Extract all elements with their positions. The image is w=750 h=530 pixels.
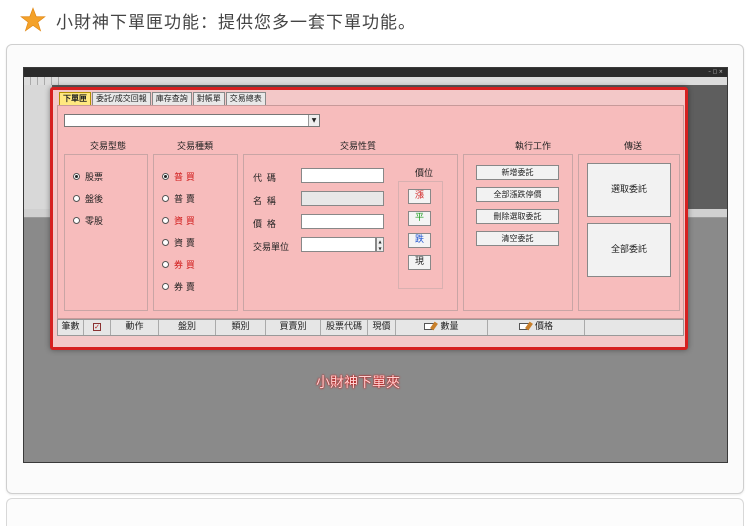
radio-short-buy[interactable]: 券 買 — [162, 258, 195, 271]
radio-label: 普 買 — [174, 173, 195, 183]
tab-order-tray[interactable]: 下單匣 — [59, 92, 91, 105]
radio-dot[interactable] — [73, 195, 80, 202]
radio-label: 普 賣 — [174, 195, 195, 205]
send-title: 傳送 — [623, 142, 642, 152]
add-order-button[interactable]: 新增委託 — [476, 165, 559, 180]
radio-margin-sell[interactable]: 資 賣 — [162, 236, 195, 249]
limit-up-button[interactable]: 漲 — [408, 189, 431, 204]
unit-stepper[interactable]: ▲ ▼ — [376, 237, 384, 252]
trade-kind-title: 交易種類 — [176, 142, 213, 152]
app-menu-item[interactable] — [38, 77, 45, 85]
radio-odd-lot[interactable]: 零股 — [73, 214, 103, 227]
clear-orders-button[interactable]: 清空委託 — [476, 231, 559, 246]
code-label: 代 碼 — [253, 174, 277, 184]
unit-label: 交易單位 — [253, 243, 290, 253]
tab-summary[interactable]: 交易總表 — [225, 92, 266, 105]
column-session: 盤別 — [159, 320, 216, 335]
chevron-down-icon[interactable]: ▼ — [308, 115, 319, 126]
edit-icon — [424, 323, 435, 330]
radio-dot[interactable] — [162, 261, 169, 268]
radio-label: 券 買 — [174, 261, 195, 271]
radio-dot[interactable] — [162, 217, 169, 224]
column-type: 類別 — [216, 320, 266, 335]
tab-inventory[interactable]: 庫存查詢 — [151, 92, 192, 105]
radio-dot[interactable] — [162, 195, 169, 202]
delete-selected-button[interactable]: 刪除選取委託 — [476, 209, 559, 224]
trade-nature-title: 交易性質 — [339, 142, 376, 152]
send-selected-button[interactable]: 選取委託 — [587, 163, 671, 217]
radio-after-hours[interactable]: 盤後 — [73, 192, 103, 205]
app-menu-item[interactable] — [52, 77, 59, 85]
price-input[interactable] — [301, 214, 384, 229]
radio-margin-buy[interactable]: 資 買 — [162, 214, 195, 227]
order-form: ▼ 交易型態 股票 盤後 零股 交易種類 普 買 普 賣 資 買 資 賣 券 買… — [57, 105, 684, 319]
name-label: 名 稱 — [253, 197, 277, 207]
radio-label: 資 買 — [174, 217, 195, 227]
page: 小財神下單匣功能：提供您多一套下單功能。 – □ × 下單匣 委託/成交回報 庫… — [0, 0, 750, 530]
radio-label: 股票 — [85, 173, 104, 183]
app-menu-item[interactable] — [45, 77, 52, 85]
radio-label: 券 賣 — [174, 283, 195, 293]
radio-dot[interactable] — [73, 217, 80, 224]
radio-label: 盤後 — [85, 195, 104, 205]
column-count: 筆數 — [58, 320, 84, 335]
radio-dot[interactable] — [162, 283, 169, 290]
radio-dot[interactable] — [73, 173, 80, 180]
column-price-label: 價格 — [534, 322, 553, 332]
order-grid-columns: 筆數 ✓ 動作 盤別 類別 買賣別 股票代碼 現價 數量 價格 — [57, 319, 684, 336]
tab-order-report[interactable]: 委託/成交回報 — [92, 92, 151, 105]
account-dropdown[interactable]: ▼ — [64, 114, 320, 127]
column-action: 動作 — [111, 320, 159, 335]
app-titlebar: – □ × — [24, 68, 727, 77]
edit-icon — [518, 323, 529, 330]
actions-title: 執行工作 — [514, 142, 551, 152]
price-label: 價 格 — [253, 220, 277, 230]
column-quantity: 數量 — [396, 320, 488, 335]
trade-type-title: 交易型態 — [89, 142, 126, 152]
column-price: 價格 — [488, 320, 585, 335]
radio-label: 資 賣 — [174, 239, 195, 249]
code-input[interactable] — [301, 168, 384, 183]
app-menubar — [24, 77, 727, 85]
feature-caption: 小財神下單夾 — [316, 375, 400, 391]
tab-statement[interactable]: 對帳單 — [192, 92, 225, 105]
radio-dot[interactable] — [162, 239, 169, 246]
heading-text: 小財神下單匣功能：提供您多一套下單功能。 — [56, 12, 416, 33]
app-menu-item[interactable] — [31, 77, 38, 85]
name-field — [301, 191, 384, 206]
left-panel — [24, 85, 52, 209]
limit-down-button[interactable]: 跌 — [408, 233, 431, 248]
app-menu-item[interactable] — [24, 77, 31, 85]
current-price-button[interactable]: 現 — [408, 255, 431, 270]
unit-input[interactable] — [301, 237, 376, 252]
star-icon — [20, 7, 46, 32]
radio-sell[interactable]: 普 賣 — [162, 192, 195, 205]
next-card — [6, 498, 744, 526]
checkbox-icon[interactable]: ✓ — [93, 323, 101, 331]
column-current-price: 現價 — [368, 320, 396, 335]
radio-stock[interactable]: 股票 — [73, 170, 103, 183]
radio-label: 零股 — [85, 217, 104, 227]
column-stock-code: 股票代碼 — [321, 320, 368, 335]
radio-short-sell[interactable]: 券 賣 — [162, 280, 195, 293]
column-side: 買賣別 — [266, 320, 321, 335]
flat-price-button[interactable]: 平 — [408, 211, 431, 226]
order-tray-panel: 下單匣 委託/成交回報 庫存查詢 對帳單 交易總表 ▼ 交易型態 股票 盤後 零… — [50, 87, 688, 350]
tab-strip: 下單匣 委託/成交回報 庫存查詢 對帳單 交易總表 — [59, 92, 267, 105]
send-all-button[interactable]: 全部委託 — [587, 223, 671, 277]
limit-price-all-button[interactable]: 全部漲跌停價 — [476, 187, 559, 202]
column-checkbox[interactable]: ✓ — [84, 320, 111, 335]
price-level-title: 價位 — [414, 169, 433, 179]
radio-buy[interactable]: 普 買 — [162, 170, 195, 183]
radio-dot[interactable] — [162, 173, 169, 180]
window-controls-icon: – □ × — [708, 69, 723, 75]
column-quantity-label: 數量 — [440, 322, 459, 332]
feature-heading: 小財神下單匣功能：提供您多一套下單功能。 — [18, 6, 416, 34]
